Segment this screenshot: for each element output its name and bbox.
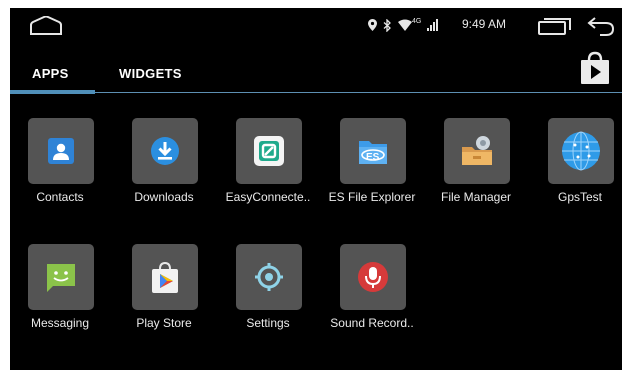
app-file-manager[interactable]: File Manager	[426, 118, 526, 238]
app-tile[interactable]: ES	[340, 118, 406, 184]
location-icon	[368, 19, 377, 31]
svg-text:ES: ES	[366, 152, 380, 163]
app-label: GpsTest	[557, 190, 602, 204]
app-easyconnection[interactable]: EasyConnecte..	[218, 118, 318, 238]
app-label: Messaging	[30, 316, 90, 330]
app-label: Downloads	[134, 190, 194, 204]
downloads-icon	[151, 137, 179, 165]
back-icon[interactable]	[586, 15, 616, 37]
app-settings[interactable]: Settings	[218, 244, 318, 364]
app-label: Play Store	[136, 316, 192, 330]
status-bar: 4G 9:49 AM	[10, 8, 622, 42]
app-label: File Manager	[440, 190, 512, 204]
easyconnection-icon	[254, 136, 284, 166]
microphone-icon	[358, 262, 388, 292]
tab-selected-indicator	[10, 90, 95, 94]
app-tile[interactable]	[548, 118, 614, 184]
app-tile[interactable]	[28, 244, 94, 310]
status-icons: 4G	[368, 15, 439, 35]
tab-widgets[interactable]: WIDGETS	[119, 66, 182, 81]
app-label: Sound Record..	[330, 316, 414, 330]
bluetooth-icon	[383, 18, 391, 32]
es-file-explorer-icon: ES	[359, 141, 387, 164]
play-store-icon	[152, 261, 178, 293]
app-tile[interactable]	[236, 118, 302, 184]
messaging-icon	[47, 264, 75, 292]
signal-icon	[427, 19, 439, 31]
app-tile[interactable]	[236, 244, 302, 310]
app-tile[interactable]	[28, 118, 94, 184]
app-tile[interactable]	[340, 244, 406, 310]
app-es-file-explorer[interactable]: ES ES File Explorer	[322, 118, 422, 238]
app-messaging[interactable]: Messaging	[10, 244, 110, 364]
clock: 9:49 AM	[462, 17, 507, 31]
tab-divider	[95, 92, 622, 93]
app-play-store[interactable]: Play Store	[114, 244, 214, 364]
app-tile[interactable]	[132, 244, 198, 310]
wifi-icon	[398, 19, 412, 31]
launcher-screen: 4G 9:49 AM APPS WIDGETS Contacts Downloa…	[10, 8, 622, 370]
app-tile[interactable]	[132, 118, 198, 184]
network-type: 4G	[412, 17, 422, 25]
app-gpstest[interactable]: GpsTest	[530, 118, 622, 238]
gps-globe-icon	[562, 131, 600, 171]
home-icon[interactable]	[28, 16, 64, 36]
app-downloads[interactable]: Downloads	[114, 118, 214, 238]
tab-apps[interactable]: APPS	[32, 66, 69, 81]
contacts-icon	[48, 138, 74, 164]
app-grid: Contacts Downloads EasyConnecte.. ES ES …	[10, 118, 622, 358]
app-sound-recorder[interactable]: Sound Record..	[322, 244, 422, 364]
app-tile[interactable]	[444, 118, 510, 184]
app-contacts[interactable]: Contacts	[10, 118, 110, 238]
app-label: Contacts	[36, 190, 84, 204]
app-label: EasyConnecte..	[225, 190, 311, 204]
app-label: ES File Explorer	[328, 190, 416, 204]
recents-icon[interactable]	[538, 17, 572, 35]
settings-icon	[255, 263, 283, 291]
tab-bar: APPS WIDGETS	[10, 52, 622, 94]
play-store-shortcut-icon[interactable]	[578, 50, 612, 86]
file-manager-icon	[462, 136, 492, 165]
app-label: Settings	[246, 316, 290, 330]
